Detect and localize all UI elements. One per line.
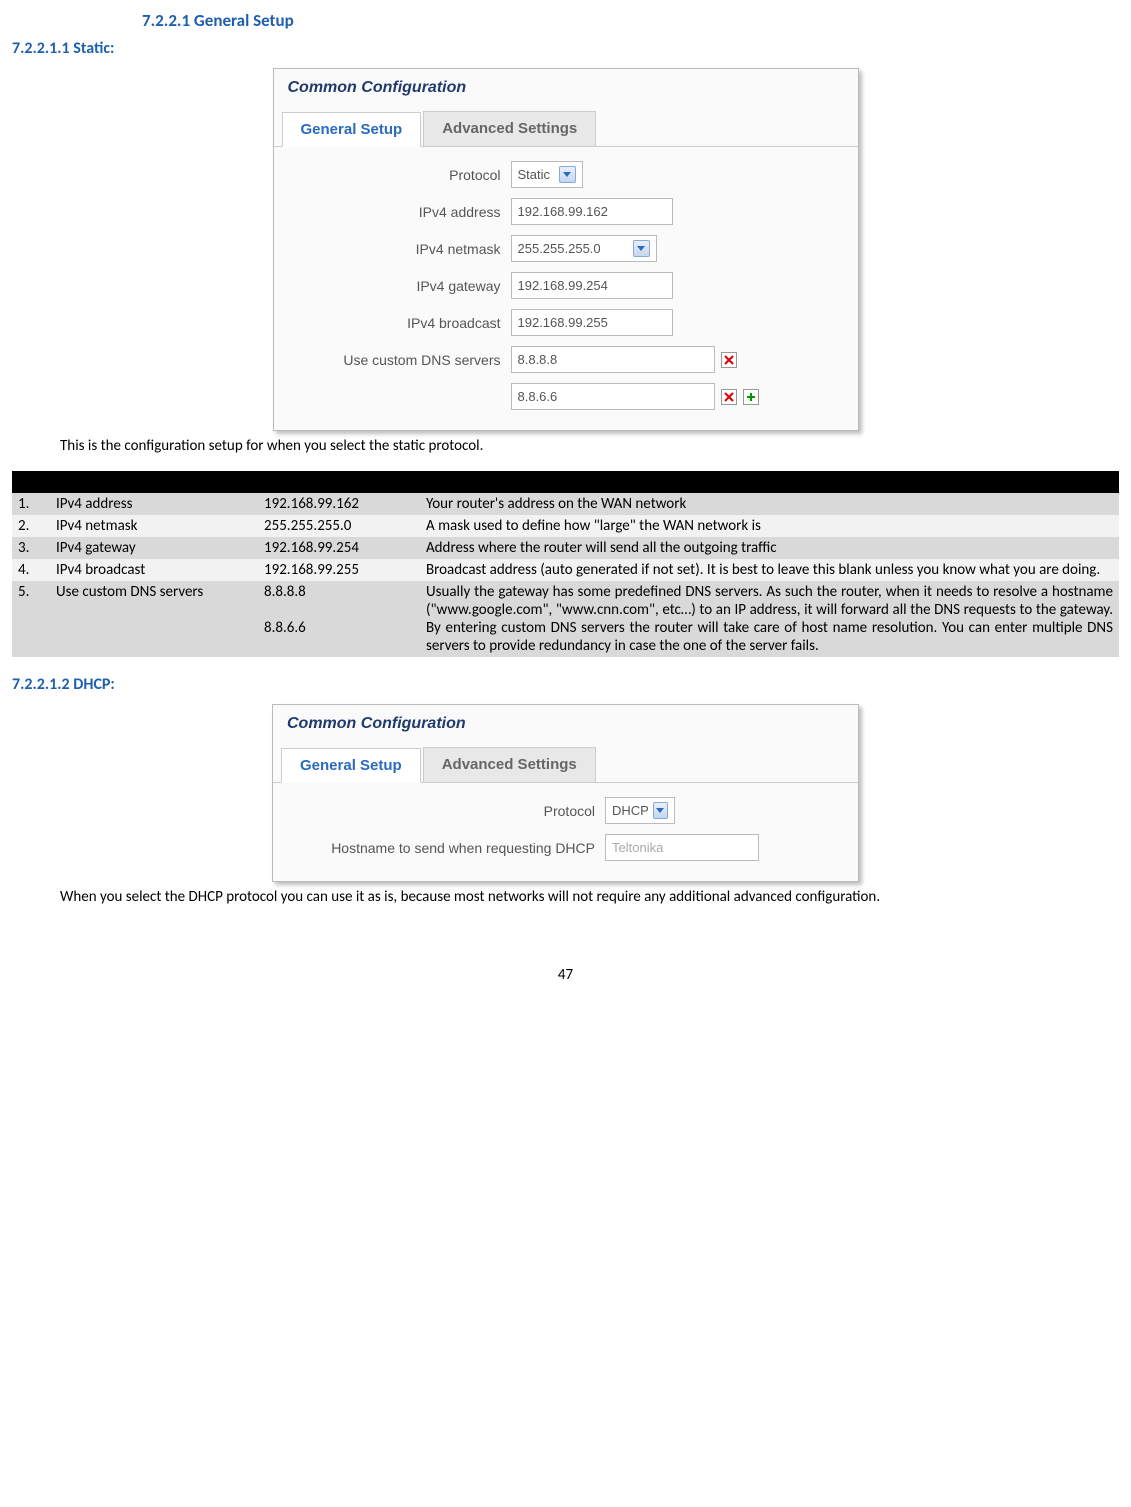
- input-ipv4-broadcast[interactable]: 192.168.99.255: [511, 309, 673, 336]
- chevron-down-icon: [633, 240, 650, 257]
- static-description-paragraph: This is the configuration setup for when…: [12, 437, 1119, 455]
- cell-val: 8.8.8.8 8.8.6.6: [258, 581, 420, 657]
- cell-name: IPv4 address: [50, 493, 258, 515]
- cell-val: 192.168.99.255: [258, 559, 420, 581]
- input-ipv4-address[interactable]: 192.168.99.162: [511, 198, 673, 225]
- cell-desc: Your router's address on the WAN network: [420, 493, 1119, 515]
- tab-advanced-settings[interactable]: Advanced Settings: [423, 747, 596, 782]
- select-protocol[interactable]: DHCP: [605, 797, 675, 824]
- table-row: 5. Use custom DNS servers 8.8.8.8 8.8.6.…: [12, 581, 1119, 657]
- input-hostname[interactable]: Teltonika: [605, 834, 759, 861]
- heading-static: 7.2.2.1.1 Static:: [12, 39, 1119, 58]
- cell-desc: Address where the router will send all t…: [420, 537, 1119, 559]
- table-row: 4. IPv4 broadcast 192.168.99.255 Broadca…: [12, 559, 1119, 581]
- table-row: 2. IPv4 netmask 255.255.255.0 A mask use…: [12, 515, 1119, 537]
- config-panel-dhcp: Common Configuration General Setup Advan…: [272, 704, 859, 882]
- tab-general-setup[interactable]: General Setup: [281, 748, 421, 783]
- netmask-value: 255.255.255.0: [518, 241, 601, 256]
- label-hostname: Hostname to send when requesting DHCP: [285, 840, 605, 856]
- cell-desc: Broadcast address (auto generated if not…: [420, 559, 1119, 581]
- label-dns-servers: Use custom DNS servers: [286, 352, 511, 368]
- static-fields-table: 1. IPv4 address 192.168.99.162 Your rout…: [12, 471, 1119, 657]
- cell-num: 3.: [12, 537, 50, 559]
- label-ipv4-address: IPv4 address: [286, 204, 511, 220]
- select-ipv4-netmask[interactable]: 255.255.255.0: [511, 235, 657, 262]
- cell-val: 255.255.255.0: [258, 515, 420, 537]
- chevron-down-icon: [559, 166, 576, 183]
- select-protocol-value: DHCP: [612, 803, 649, 818]
- cell-val: 192.168.99.162: [258, 493, 420, 515]
- label-ipv4-netmask: IPv4 netmask: [286, 241, 511, 257]
- cell-name: Use custom DNS servers: [50, 581, 258, 657]
- cell-name: IPv4 gateway: [50, 537, 258, 559]
- label-ipv4-broadcast: IPv4 broadcast: [286, 315, 511, 331]
- cell-num: 1.: [12, 493, 50, 515]
- input-ipv4-gateway[interactable]: 192.168.99.254: [511, 272, 673, 299]
- input-dns-2[interactable]: 8.8.6.6: [511, 383, 715, 410]
- cell-num: 4.: [12, 559, 50, 581]
- table-row: 3. IPv4 gateway 192.168.99.254 Address w…: [12, 537, 1119, 559]
- label-protocol: Protocol: [285, 803, 605, 819]
- label-protocol: Protocol: [286, 167, 511, 183]
- table-row: 1. IPv4 address 192.168.99.162 Your rout…: [12, 493, 1119, 515]
- panel-title: Common Configuration: [273, 705, 858, 747]
- delete-icon[interactable]: [721, 352, 737, 368]
- tab-bar: General Setup Advanced Settings: [273, 747, 858, 783]
- select-protocol-value: Static: [518, 167, 551, 182]
- cell-desc: A mask used to define how "large" the WA…: [420, 515, 1119, 537]
- page-number: 47: [12, 966, 1119, 984]
- delete-icon[interactable]: [721, 389, 737, 405]
- form-area: Protocol Static IPv4 address 192.168.99.…: [274, 147, 858, 430]
- dhcp-description-paragraph: When you select the DHCP protocol you ca…: [12, 888, 1119, 906]
- heading-general-setup: 7.2.2.1 General Setup: [142, 10, 1119, 31]
- form-area: Protocol DHCP Hostname to send when requ…: [273, 783, 858, 881]
- tab-advanced-settings[interactable]: Advanced Settings: [423, 111, 596, 146]
- input-dns-1[interactable]: 8.8.8.8: [511, 346, 715, 373]
- chevron-down-icon: [653, 802, 668, 819]
- label-ipv4-gateway: IPv4 gateway: [286, 278, 511, 294]
- cell-name: IPv4 broadcast: [50, 559, 258, 581]
- config-panel-static: Common Configuration General Setup Advan…: [273, 68, 859, 431]
- cell-num: 5.: [12, 581, 50, 657]
- cell-name: IPv4 netmask: [50, 515, 258, 537]
- add-icon[interactable]: [743, 389, 759, 405]
- cell-num: 2.: [12, 515, 50, 537]
- panel-title: Common Configuration: [274, 69, 858, 111]
- select-protocol[interactable]: Static: [511, 161, 583, 188]
- tab-general-setup[interactable]: General Setup: [282, 112, 422, 147]
- tab-bar: General Setup Advanced Settings: [274, 111, 858, 147]
- heading-dhcp: 7.2.2.1.2 DHCP:: [12, 675, 1119, 694]
- cell-val: 192.168.99.254: [258, 537, 420, 559]
- cell-desc: Usually the gateway has some predefined …: [420, 581, 1119, 657]
